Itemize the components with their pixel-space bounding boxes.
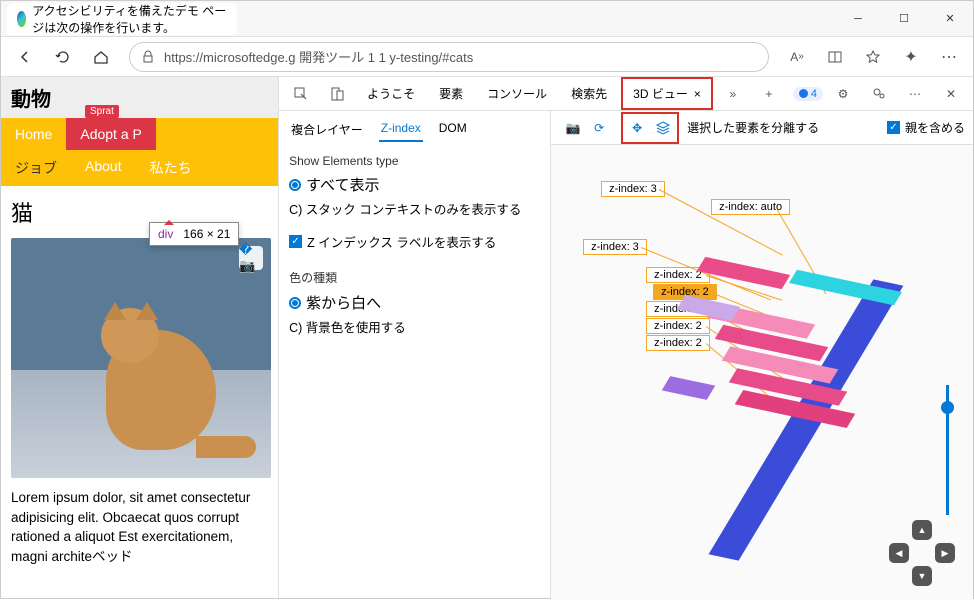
devtools-tabs: ようこそ 要素 コンソール 検索先 3D ビュー× » + 4 ⚙ ⋯ ✕: [279, 77, 973, 111]
3d-canvas[interactable]: 📷 ⟳ ✥ 選択した要素を分離する ✓親を含める z-index: 3 z-in: [551, 111, 973, 600]
secondary-nav: ジョブ About 私たち: [1, 150, 278, 186]
body-text: Lorem ipsum dolor, sit amet consectetur …: [1, 478, 278, 576]
url-text: https://microsoftedge.g 開発ツール 1 1 y-test…: [164, 47, 473, 66]
reader-button[interactable]: [819, 41, 851, 73]
sprat-tooltip: Sprat: [85, 105, 119, 118]
devtools-panel: ようこそ 要素 コンソール 検索先 3D ビュー× » + 4 ⚙ ⋯ ✕ 複合…: [279, 77, 973, 600]
more-button[interactable]: ⋯: [933, 41, 965, 73]
check-show-zlabel[interactable]: ✓Z インデックス ラベルを表示する: [289, 230, 540, 253]
nav-about[interactable]: About: [71, 150, 136, 186]
pan-icon[interactable]: ✥: [625, 116, 649, 140]
radio-stack-only[interactable]: C) スタック コンテキストのみを表示する: [289, 197, 540, 220]
close-button[interactable]: ✕: [927, 1, 973, 37]
more-tabs-icon[interactable]: »: [717, 78, 749, 110]
zlabel: z-index: 3: [601, 181, 665, 197]
nav-adopt[interactable]: Adopt a P: [66, 118, 156, 150]
nav-us[interactable]: 私たち: [136, 150, 206, 186]
layers-icon[interactable]: [651, 116, 675, 140]
close-icon[interactable]: ×: [694, 87, 701, 101]
maximize-button[interactable]: ☐: [881, 1, 927, 37]
color-type-heading: 色の種類: [289, 269, 540, 286]
elements-type-heading: Show Elements type: [289, 154, 540, 168]
zlabel: z-index: 3: [583, 239, 647, 255]
isolate-label: 選択した要素を分離する: [687, 119, 819, 136]
text-size-button[interactable]: A»: [781, 41, 813, 73]
issues-badge[interactable]: 4: [793, 87, 823, 101]
check-include-parent[interactable]: ✓親を含める: [887, 117, 965, 138]
inspect-icon[interactable]: [285, 78, 317, 110]
screenshot-icon[interactable]: 📷: [561, 116, 585, 140]
view-tools-highlighted: ✥: [621, 112, 679, 144]
refresh-button[interactable]: [47, 41, 79, 73]
feedback-icon[interactable]: [863, 78, 895, 110]
page-title: 動物: [1, 77, 278, 118]
home-button[interactable]: [85, 41, 117, 73]
dpad-right[interactable]: ▶: [935, 543, 955, 563]
subtab-zindex[interactable]: Z-index: [379, 117, 423, 142]
subtab-composite[interactable]: 複合レイヤー: [289, 117, 365, 142]
edge-icon: [17, 11, 26, 27]
inspect-tooltip: div 166 × 21: [149, 222, 239, 246]
window-titlebar: アクセシビリティを備えたデモ ページは次の操作を行います。 ─ ☐ ✕: [1, 1, 973, 37]
dpad-up[interactable]: ▲: [912, 520, 932, 540]
tab-console[interactable]: コンソール: [477, 79, 557, 108]
devtools-sidebar: 複合レイヤー Z-index DOM Show Elements type すべ…: [279, 111, 551, 600]
favorite-button[interactable]: [857, 41, 889, 73]
address-bar[interactable]: https://microsoftedge.g 開発ツール 1 1 y-test…: [129, 42, 769, 72]
lock-icon: [140, 49, 156, 65]
close-devtools-icon[interactable]: ✕: [935, 78, 967, 110]
browser-tab[interactable]: アクセシビリティを備えたデモ ページは次の操作を行います。: [7, 3, 237, 35]
tab-3d-view[interactable]: 3D ビュー×: [621, 77, 713, 110]
primary-nav: Sprat Home Adopt a P: [1, 118, 278, 150]
radio-show-all[interactable]: すべて表示: [289, 172, 540, 197]
cat-image: �📷: [11, 238, 271, 478]
dpad-down[interactable]: ▼: [912, 566, 932, 586]
subtab-dom[interactable]: DOM: [437, 117, 469, 142]
add-tab-icon[interactable]: +: [753, 78, 785, 110]
nav-jobs[interactable]: ジョブ: [1, 150, 71, 186]
sparkle-button[interactable]: ✦: [895, 41, 927, 73]
reload-icon[interactable]: ⟳: [587, 116, 611, 140]
tab-welcome[interactable]: ようこそ: [357, 79, 425, 108]
tab-search[interactable]: 検索先: [561, 79, 617, 108]
tab-elements[interactable]: 要素: [429, 79, 473, 108]
canvas-toolbar: 📷 ⟳ ✥ 選択した要素を分離する ✓親を含める: [551, 111, 973, 145]
radio-purple-white[interactable]: 紫から白へ: [289, 290, 540, 315]
rotate-dpad: ▲ ◀ ▶ ▼: [889, 520, 955, 586]
dpad-left[interactable]: ◀: [889, 543, 909, 563]
zoom-slider[interactable]: [946, 385, 949, 515]
menu-icon[interactable]: ⋯: [899, 78, 931, 110]
3d-cyan-bar: [789, 270, 902, 306]
zlabel: z-index: 2: [646, 335, 710, 351]
browser-toolbar: https://microsoftedge.g 開発ツール 1 1 y-test…: [1, 37, 973, 77]
nav-home[interactable]: Home: [1, 118, 66, 150]
zlabel: z-index: 2: [646, 318, 710, 334]
visual-search-icon[interactable]: �📷: [239, 246, 263, 270]
minimize-button[interactable]: ─: [835, 1, 881, 37]
radio-background[interactable]: C) 背景色を使用する: [289, 315, 540, 338]
device-icon[interactable]: [321, 78, 353, 110]
3d-layer: [662, 376, 716, 400]
back-button[interactable]: [9, 41, 41, 73]
settings-icon[interactable]: ⚙: [827, 78, 859, 110]
webpage-content: 動物 Sprat Home Adopt a P ジョブ About 私たち di…: [1, 77, 279, 600]
tab-title: アクセシビリティを備えたデモ ページは次の操作を行います。: [32, 2, 227, 36]
